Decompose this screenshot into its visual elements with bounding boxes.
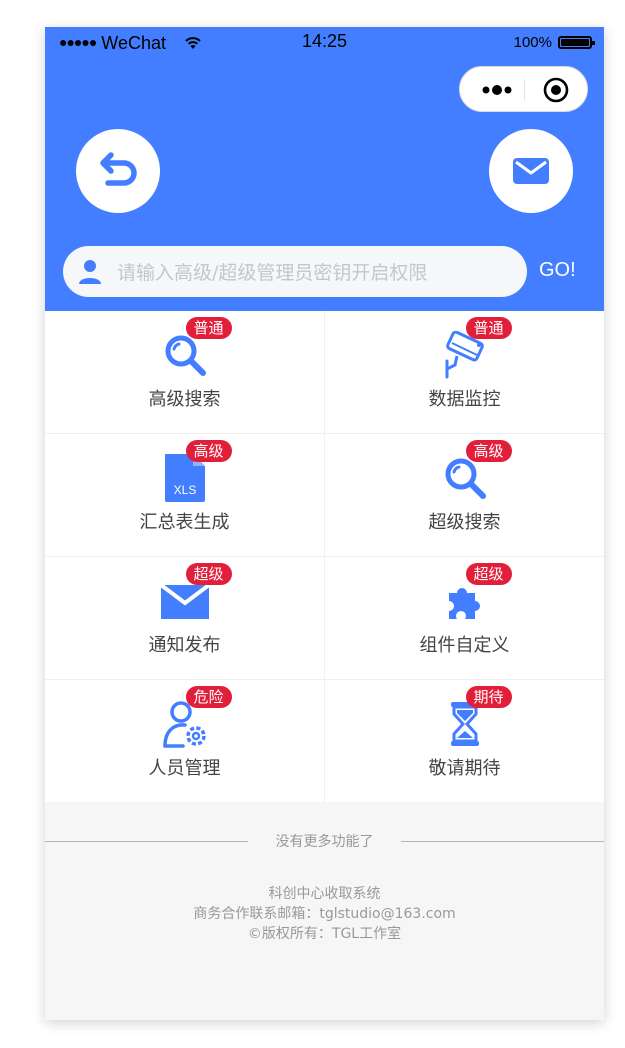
- feature-row: XLS 高级 汇总表生成 高级 超级搜索: [45, 434, 604, 557]
- feature-label: 人员管理: [148, 758, 221, 779]
- feature-label: 通知发布: [148, 635, 221, 656]
- feature-label: 敬请期待: [428, 758, 501, 779]
- user-icon: [79, 260, 101, 284]
- feature-grid: 普通 高级搜索 普通 数据监控 XLS 高级 汇总表生成 高级 超级搜索 超级 …: [45, 311, 604, 802]
- phone-screen: ●●●●● WeChat 14:25 100% 请输入高级/超级管理员密钥开启权…: [45, 27, 604, 1020]
- footer: 科创中心收取系统 商务合作联系邮箱：tglstudio@163.com ©版权所…: [45, 884, 604, 944]
- mail-icon: [513, 158, 549, 184]
- level-badge: 超级: [465, 563, 512, 585]
- feature-label: 超级搜索: [428, 512, 501, 533]
- feature-label: 组件自定义: [419, 635, 510, 656]
- search-box: [63, 246, 527, 299]
- return-arrow-icon: [100, 152, 137, 186]
- feature-advanced-search[interactable]: 普通 高级搜索: [45, 311, 325, 433]
- feature-label: 数据监控: [428, 389, 501, 410]
- xls-label: XLS: [173, 483, 196, 497]
- level-badge: 危险: [185, 686, 232, 708]
- battery-percent: 100%: [513, 34, 552, 51]
- feature-row: 普通 高级搜索 普通 数据监控: [45, 311, 604, 434]
- mini-program-capsule: [459, 66, 588, 112]
- level-badge: 超级: [185, 563, 232, 585]
- feature-staff-management[interactable]: 危险 人员管理: [45, 680, 325, 802]
- level-badge: 普通: [185, 317, 232, 339]
- footer-system-name: 科创中心收取系统: [268, 886, 381, 902]
- feature-super-search[interactable]: 高级 超级搜索: [325, 434, 604, 556]
- more-options-icon[interactable]: [478, 78, 522, 102]
- level-badge: 期待: [465, 686, 512, 708]
- admin-key-input[interactable]: [115, 246, 519, 299]
- footer-contact-email: 商务合作联系邮箱：tglstudio@163.com: [193, 906, 456, 922]
- feature-coming-soon[interactable]: 期待 敬请期待: [325, 680, 604, 802]
- close-mini-program-icon[interactable]: [543, 77, 569, 103]
- level-badge: 高级: [465, 440, 512, 462]
- feature-row: 超级 通知发布 超级 组件自定义: [45, 557, 604, 680]
- feature-label: 汇总表生成: [139, 512, 230, 533]
- feature-summary-table[interactable]: XLS 高级 汇总表生成: [45, 434, 325, 556]
- level-badge: 高级: [185, 440, 232, 462]
- feature-label: 高级搜索: [148, 389, 221, 410]
- no-more-text: 没有更多功能了: [275, 834, 374, 850]
- feature-row: 危险 人员管理 期待 敬请期待: [45, 680, 604, 802]
- feature-notice-publish[interactable]: 超级 通知发布: [45, 557, 325, 679]
- capsule-divider: [524, 79, 525, 101]
- message-button[interactable]: [489, 129, 573, 213]
- footer-copyright: ©版权所有：TGL工作室: [247, 926, 402, 942]
- header: ●●●●● WeChat 14:25 100% 请输入高级/超级管理员密钥开启权…: [45, 27, 604, 311]
- go-button[interactable]: GO!: [539, 259, 576, 282]
- feature-component-custom[interactable]: 超级 组件自定义: [325, 557, 604, 679]
- feature-data-monitor[interactable]: 普通 数据监控: [325, 311, 604, 433]
- back-button[interactable]: [76, 129, 160, 213]
- status-bar: ●●●●● WeChat 14:25 100%: [45, 27, 604, 57]
- battery-icon: [558, 36, 595, 49]
- level-badge: 普通: [465, 317, 512, 339]
